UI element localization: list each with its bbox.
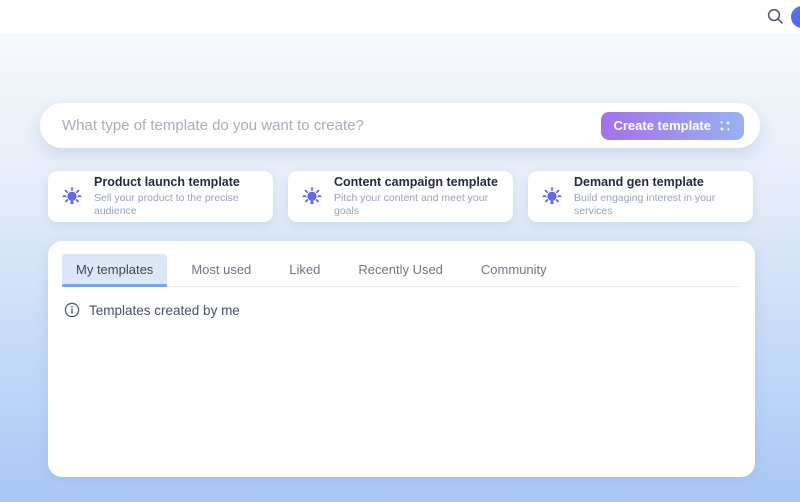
card-title: Product launch template	[94, 175, 265, 191]
card-product-launch-template[interactable]: Product launch template Sell your produc…	[48, 171, 273, 222]
create-template-label: Create template	[613, 118, 711, 133]
create-template-button[interactable]: Create template	[601, 112, 744, 140]
empty-state-label: Templates created by me	[89, 303, 240, 318]
card-subtitle: Build engaging interest in your services	[574, 192, 745, 218]
card-subtitle: Sell your product to the precise audienc…	[94, 192, 265, 218]
card-title: Demand gen template	[574, 175, 745, 191]
lightbulb-icon	[60, 185, 84, 209]
tab-recently-used[interactable]: Recently Used	[344, 254, 457, 286]
sparkles-icon	[718, 119, 732, 133]
template-prompt-bar: Create template	[40, 103, 760, 148]
avatar[interactable]	[791, 6, 800, 28]
tab-my-templates[interactable]: My templates	[62, 254, 167, 286]
card-title: Content campaign template	[334, 175, 505, 191]
lightbulb-icon	[540, 185, 564, 209]
top-bar	[0, 0, 800, 33]
tab-community[interactable]: Community	[467, 254, 561, 286]
search-icon[interactable]	[766, 7, 784, 25]
card-content-campaign-template[interactable]: Content campaign template Pitch your con…	[288, 171, 513, 222]
lightbulb-icon	[300, 185, 324, 209]
card-demand-gen-template[interactable]: Demand gen template Build engaging inter…	[528, 171, 753, 222]
tab-liked[interactable]: Liked	[275, 254, 334, 286]
templates-tabs: My templates Most used Liked Recently Us…	[62, 254, 741, 287]
card-subtitle: Pitch your content and meet your goals	[334, 192, 505, 218]
suggestion-cards-row: Product launch template Sell your produc…	[48, 171, 753, 222]
templates-panel: My templates Most used Liked Recently Us…	[48, 241, 755, 477]
info-icon	[64, 302, 80, 318]
empty-state-row: Templates created by me	[64, 302, 739, 318]
page-background: Create template	[0, 33, 800, 502]
template-prompt-input[interactable]	[40, 103, 601, 148]
tab-most-used[interactable]: Most used	[177, 254, 265, 286]
